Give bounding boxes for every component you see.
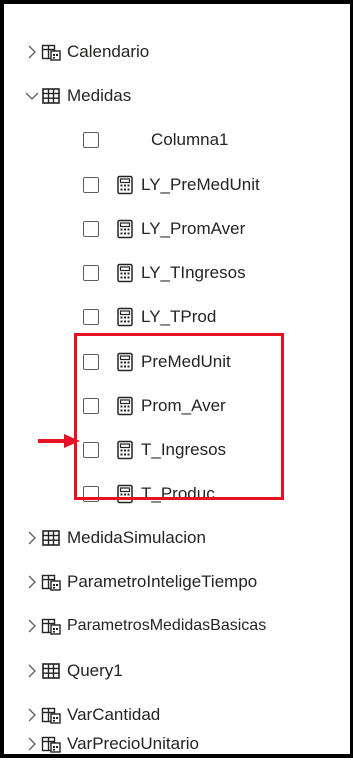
measure-row-ly-premedunit[interactable]: LY_PreMedUnit [8, 165, 347, 205]
calendar-table-icon [41, 616, 61, 636]
table-label: MedidaSimulacion [67, 528, 206, 547]
field-checkbox[interactable] [83, 221, 99, 237]
chevron-right-icon[interactable] [25, 708, 39, 722]
table-label: VarPrecioUnitario [67, 734, 199, 753]
red-arrow-icon [38, 434, 80, 448]
field-checkbox[interactable] [83, 177, 99, 193]
calendar-table-icon [41, 572, 61, 592]
measure-label: LY_TIngresos [141, 263, 246, 282]
calendar-table-icon [41, 42, 61, 62]
table-icon [41, 528, 61, 548]
field-label: Columna1 [151, 130, 229, 149]
table-label: ParametroInteligeTiempo [67, 572, 258, 591]
fields-tree: Calendario Medidas Columna1 LY_PreMedUni… [8, 8, 347, 753]
table-row-query1[interactable]: Query1 [8, 651, 347, 691]
calculator-icon [116, 263, 134, 283]
chevron-right-icon[interactable] [25, 45, 39, 59]
chevron-right-icon[interactable] [25, 619, 39, 633]
measure-label: LY_PreMedUnit [141, 175, 260, 194]
table-row-medidas[interactable]: Medidas [8, 76, 347, 116]
table-row-varpreciounitario[interactable]: VarPrecioUnitario [8, 724, 347, 764]
calculator-icon [116, 219, 134, 239]
table-label: VarCantidad [67, 705, 161, 724]
table-row-medidasimulacion[interactable]: MedidaSimulacion [8, 518, 347, 558]
table-row-parametrosmedidasbasicas[interactable]: ParametrosMedidasBasicas [8, 606, 347, 646]
chevron-right-icon[interactable] [25, 575, 39, 589]
table-label: Query1 [67, 661, 123, 680]
measure-label: LY_TProd [141, 307, 217, 326]
calculator-icon [116, 175, 134, 195]
measure-row-ly-promaver[interactable]: LY_PromAver [8, 209, 347, 249]
chevron-right-icon[interactable] [25, 737, 39, 751]
table-icon [41, 86, 61, 106]
calculator-icon [116, 307, 134, 327]
field-checkbox[interactable] [83, 132, 99, 148]
table-label: Medidas [67, 86, 132, 105]
chevron-right-icon[interactable] [25, 531, 39, 545]
field-checkbox[interactable] [83, 265, 99, 281]
highlight-box [74, 333, 284, 500]
chevron-right-icon[interactable] [25, 664, 39, 678]
calendar-table-icon [41, 734, 61, 754]
table-label: ParametrosMedidasBasicas [67, 617, 267, 634]
chevron-down-icon[interactable] [25, 89, 39, 103]
measure-label: LY_PromAver [141, 219, 246, 238]
field-row-columna1[interactable]: Columna1 [8, 120, 347, 160]
fields-pane: Calendario Medidas Columna1 LY_PreMedUni… [0, 0, 353, 758]
measure-row-ly-tingresos[interactable]: LY_TIngresos [8, 253, 347, 293]
measure-row-ly-tprod[interactable]: LY_TProd [8, 297, 347, 337]
table-row-parametrointeligetiempo[interactable]: ParametroInteligeTiempo [8, 562, 347, 602]
calendar-table-icon [41, 705, 61, 725]
table-label: Calendario [67, 42, 150, 61]
table-row-calendario[interactable]: Calendario [8, 32, 347, 72]
table-icon [41, 661, 61, 681]
field-checkbox[interactable] [83, 309, 99, 325]
